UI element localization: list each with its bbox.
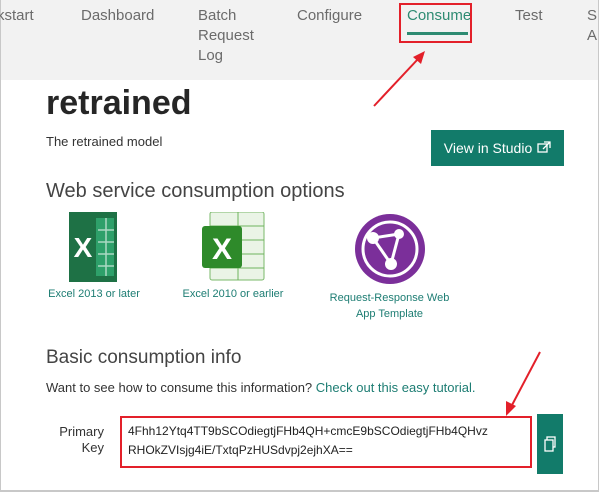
- view-in-studio-label: View in Studio: [443, 140, 533, 156]
- consumption-options-heading: Web service consumption options: [46, 180, 345, 202]
- primary-key-line-2: RHOkZVIsjg4iE/TxtqPzHUSdvpj2ejhXA==: [128, 443, 353, 457]
- excel-2010-option[interactable]: X Excel 2010 or earlier: [178, 212, 288, 302]
- tutorial-link[interactable]: Check out this easy tutorial.: [316, 380, 476, 395]
- copy-key-button[interactable]: [537, 414, 563, 474]
- svg-text:X: X: [212, 233, 232, 266]
- svg-text:X: X: [74, 232, 93, 263]
- primary-key-field[interactable]: 4Fhh12Ytq4TT9bSCOdiegtjFHb4QH+cmcE9bSCOd…: [120, 416, 532, 468]
- arrow-to-key-icon: [506, 351, 541, 416]
- arrow-to-consume-icon: [373, 51, 425, 107]
- model-description: The retrained model: [46, 134, 163, 149]
- model-name-heading: retrained: [46, 84, 192, 122]
- excel-2013-option[interactable]: X Excel 2013 or later: [42, 212, 146, 302]
- tutorial-prompt: Want to see how to consume this informat…: [46, 380, 475, 395]
- external-link-icon: [537, 140, 551, 156]
- copy-icon: [544, 436, 556, 452]
- request-response-web-app-option[interactable]: Request-Response Web App Template: [322, 212, 457, 322]
- excel-2010-label: Excel 2010 or earlier: [182, 288, 284, 300]
- excel-2013-label: Excel 2013 or later: [48, 288, 140, 300]
- excel-2013-icon: X: [69, 212, 117, 282]
- web-app-icon: [354, 214, 425, 284]
- primary-key-label: Primary Key: [48, 424, 104, 456]
- primary-key-label-text: Primary Key: [59, 424, 104, 455]
- primary-key-line-1: 4Fhh12Ytq4TT9bSCOdiegtjFHb4QH+cmcE9bSCOd…: [128, 424, 488, 438]
- request-response-label: Request-Response Web App Template: [329, 292, 450, 320]
- basic-consumption-heading: Basic consumption info: [46, 347, 242, 368]
- excel-2010-icon: X: [202, 212, 265, 281]
- view-in-studio-button[interactable]: View in Studio: [431, 130, 564, 166]
- tutorial-prompt-text: Want to see how to consume this informat…: [46, 380, 313, 395]
